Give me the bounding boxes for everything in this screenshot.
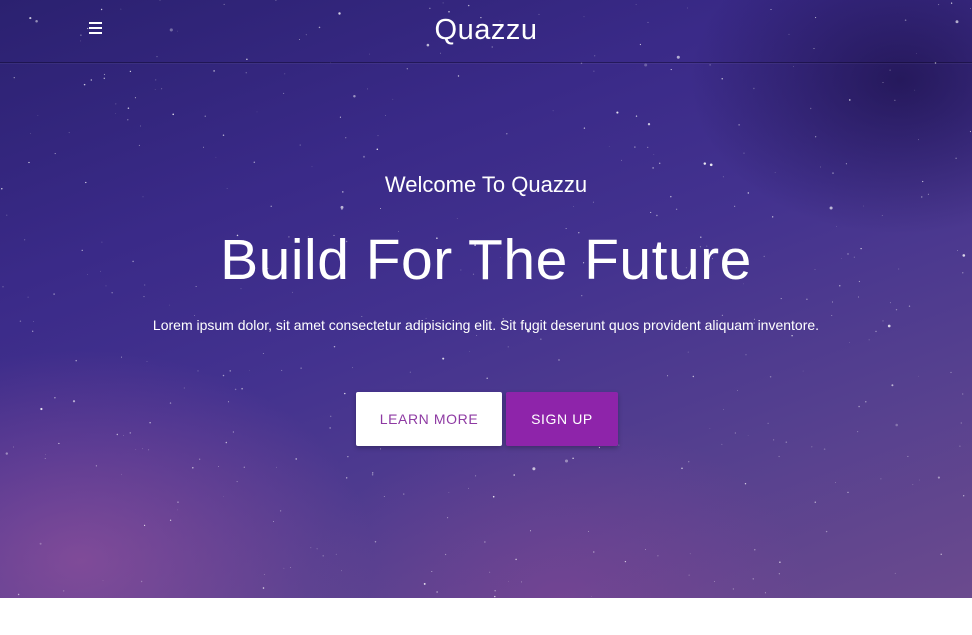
brand-title: Quazzu (0, 12, 972, 48)
sign-up-button[interactable]: SIGN UP (506, 392, 618, 446)
navbar: Quazzu (0, 0, 972, 63)
hero-description: Lorem ipsum dolor, sit amet consectetur … (152, 317, 820, 333)
hero-title: Build For The Future (220, 228, 752, 292)
learn-more-button[interactable]: LEARN MORE (356, 392, 502, 446)
hero-subtitle: Welcome To Quazzu (384, 172, 588, 197)
brand-logo-link[interactable]: Quazzu (435, 14, 538, 46)
starfield-background (1, 0, 972, 598)
hero-section: Quazzu Welcome To Quazzu Build For The F… (0, 0, 972, 598)
content-section (0, 598, 972, 635)
